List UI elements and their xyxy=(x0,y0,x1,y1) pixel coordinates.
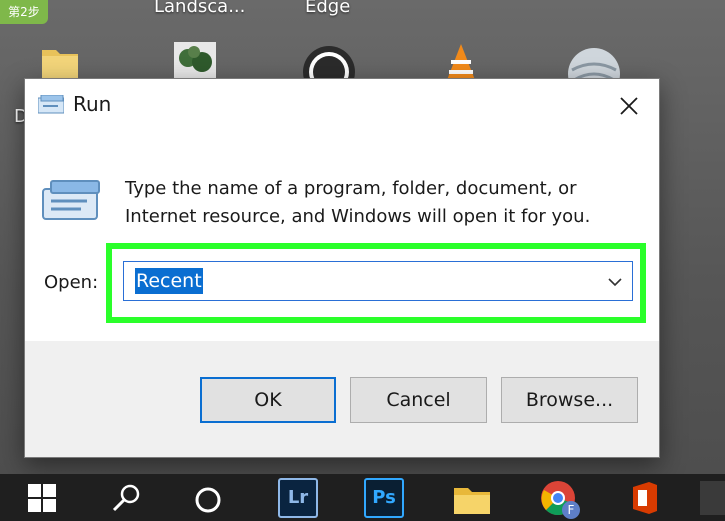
dialog-description: Type the name of a program, folder, docu… xyxy=(125,175,635,231)
step-badge: 第2步 xyxy=(0,0,48,24)
app-icon xyxy=(700,480,725,515)
open-combobox[interactable]: Recent xyxy=(123,261,633,301)
windows-icon xyxy=(28,483,56,512)
description-line-2: Internet resource, and Windows will open… xyxy=(125,206,591,227)
office-button[interactable] xyxy=(622,474,666,521)
dialog-title: Run xyxy=(73,92,112,116)
run-dialog: Run Type the name of a program, folder, … xyxy=(24,78,660,458)
landscape-label: Landsca... xyxy=(154,0,246,17)
cortana-button[interactable] xyxy=(188,474,228,521)
cancel-button[interactable]: Cancel xyxy=(350,377,487,423)
photoshop-button[interactable]: Ps xyxy=(362,474,406,521)
search-icon xyxy=(112,484,140,511)
edge-label: Edge xyxy=(305,0,351,17)
vlc-icon[interactable] xyxy=(441,44,481,80)
office-icon xyxy=(633,481,657,514)
chrome-profile-badge: F xyxy=(556,500,586,520)
folder-icon[interactable] xyxy=(40,44,80,80)
cortana-circle-icon xyxy=(195,487,221,512)
title-bar[interactable]: Run xyxy=(25,79,659,131)
obs-icon[interactable] xyxy=(303,44,355,80)
taskbar: Lr Ps F xyxy=(0,474,725,521)
profile-avatar: F xyxy=(562,501,580,519)
photo-icon[interactable] xyxy=(174,42,216,80)
chevron-down-icon xyxy=(608,277,622,286)
open-label: Open: xyxy=(44,272,99,293)
globe-icon[interactable] xyxy=(566,44,622,80)
overflow-app-button[interactable] xyxy=(700,474,725,521)
search-button[interactable] xyxy=(106,474,146,521)
dialog-body: Type the name of a program, folder, docu… xyxy=(25,131,659,341)
open-input-value[interactable]: Recent xyxy=(135,268,203,294)
close-icon xyxy=(620,97,638,115)
photoshop-icon: Ps xyxy=(364,477,404,518)
start-button[interactable] xyxy=(22,474,62,521)
browse-button[interactable]: Browse... xyxy=(501,377,638,423)
run-large-icon xyxy=(42,180,100,220)
ok-button[interactable]: OK xyxy=(200,377,336,423)
folder-icon xyxy=(454,487,490,514)
dropdown-button[interactable] xyxy=(606,273,624,291)
description-line-1: Type the name of a program, folder, docu… xyxy=(125,178,577,199)
lightroom-icon: Lr xyxy=(278,477,318,518)
file-explorer-button[interactable] xyxy=(450,474,494,521)
run-icon xyxy=(38,95,64,114)
lightroom-button[interactable]: Lr xyxy=(276,474,320,521)
close-button[interactable] xyxy=(611,88,647,124)
